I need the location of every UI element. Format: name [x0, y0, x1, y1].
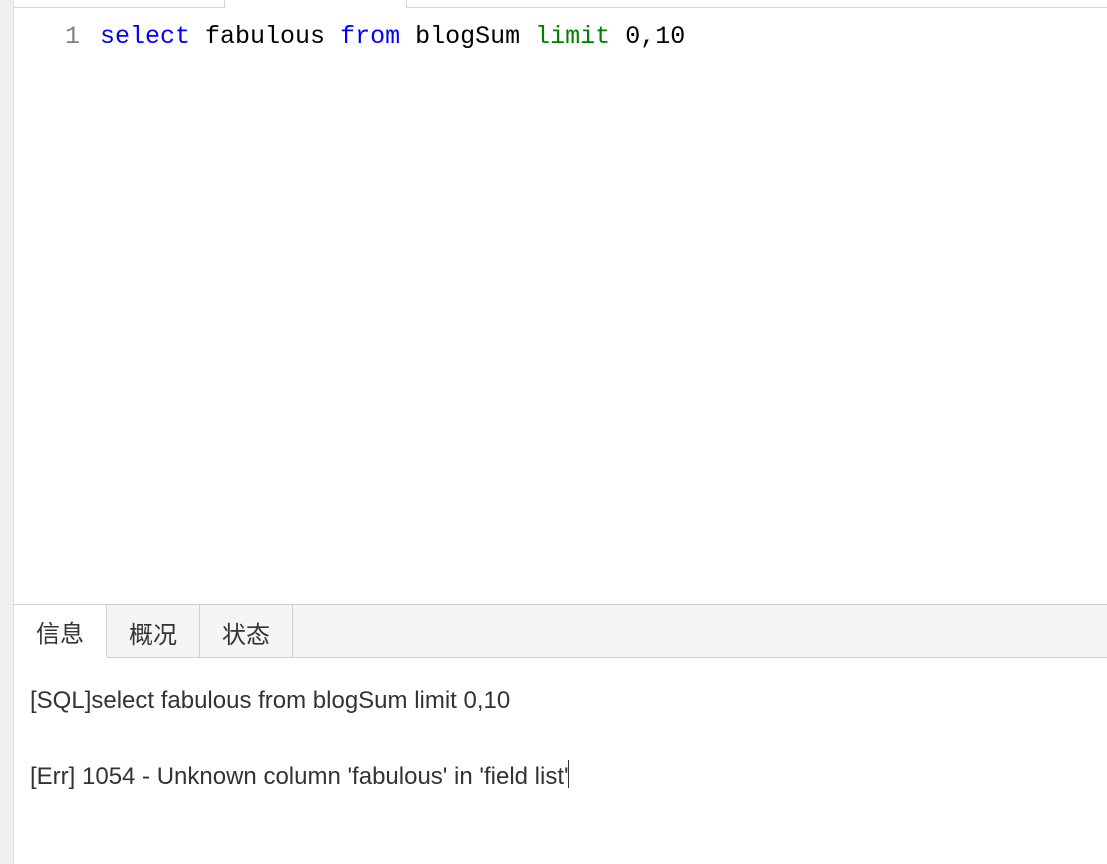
line-number-gutter: 1 — [14, 8, 94, 604]
line-number: 1 — [14, 22, 80, 51]
keyword-from: from — [340, 22, 400, 51]
output-panel[interactable]: [SQL]select fabulous from blogSum limit … — [14, 658, 1107, 864]
editor-tabs-area — [14, 0, 1107, 8]
left-gutter — [0, 0, 14, 864]
output-error-line: [Err] 1054 - Unknown column 'fabulous' i… — [30, 756, 1091, 798]
tab-status[interactable]: 状态 — [200, 605, 293, 657]
text-caret — [568, 760, 569, 788]
tab-overview[interactable]: 概况 — [107, 605, 200, 657]
limit-args: 0,10 — [625, 22, 685, 51]
column-name: fabulous — [205, 22, 325, 51]
output-sql-line: [SQL]select fabulous from blogSum limit … — [30, 680, 1091, 722]
code-editor[interactable]: select fabulous from blogSum limit 0,10 — [94, 8, 1107, 604]
results-tabs: 信息 概况 状态 — [14, 604, 1107, 658]
keyword-limit: limit — [535, 22, 610, 51]
keyword-select: select — [100, 22, 190, 51]
main-container: 1 select fabulous from blogSum limit 0,1… — [0, 0, 1107, 864]
tab-info[interactable]: 信息 — [14, 604, 107, 658]
content-area: 1 select fabulous from blogSum limit 0,1… — [14, 0, 1107, 864]
sql-editor: 1 select fabulous from blogSum limit 0,1… — [14, 8, 1107, 604]
table-name: blogSum — [415, 22, 520, 51]
error-text: [Err] 1054 - Unknown column 'fabulous' i… — [30, 763, 569, 790]
